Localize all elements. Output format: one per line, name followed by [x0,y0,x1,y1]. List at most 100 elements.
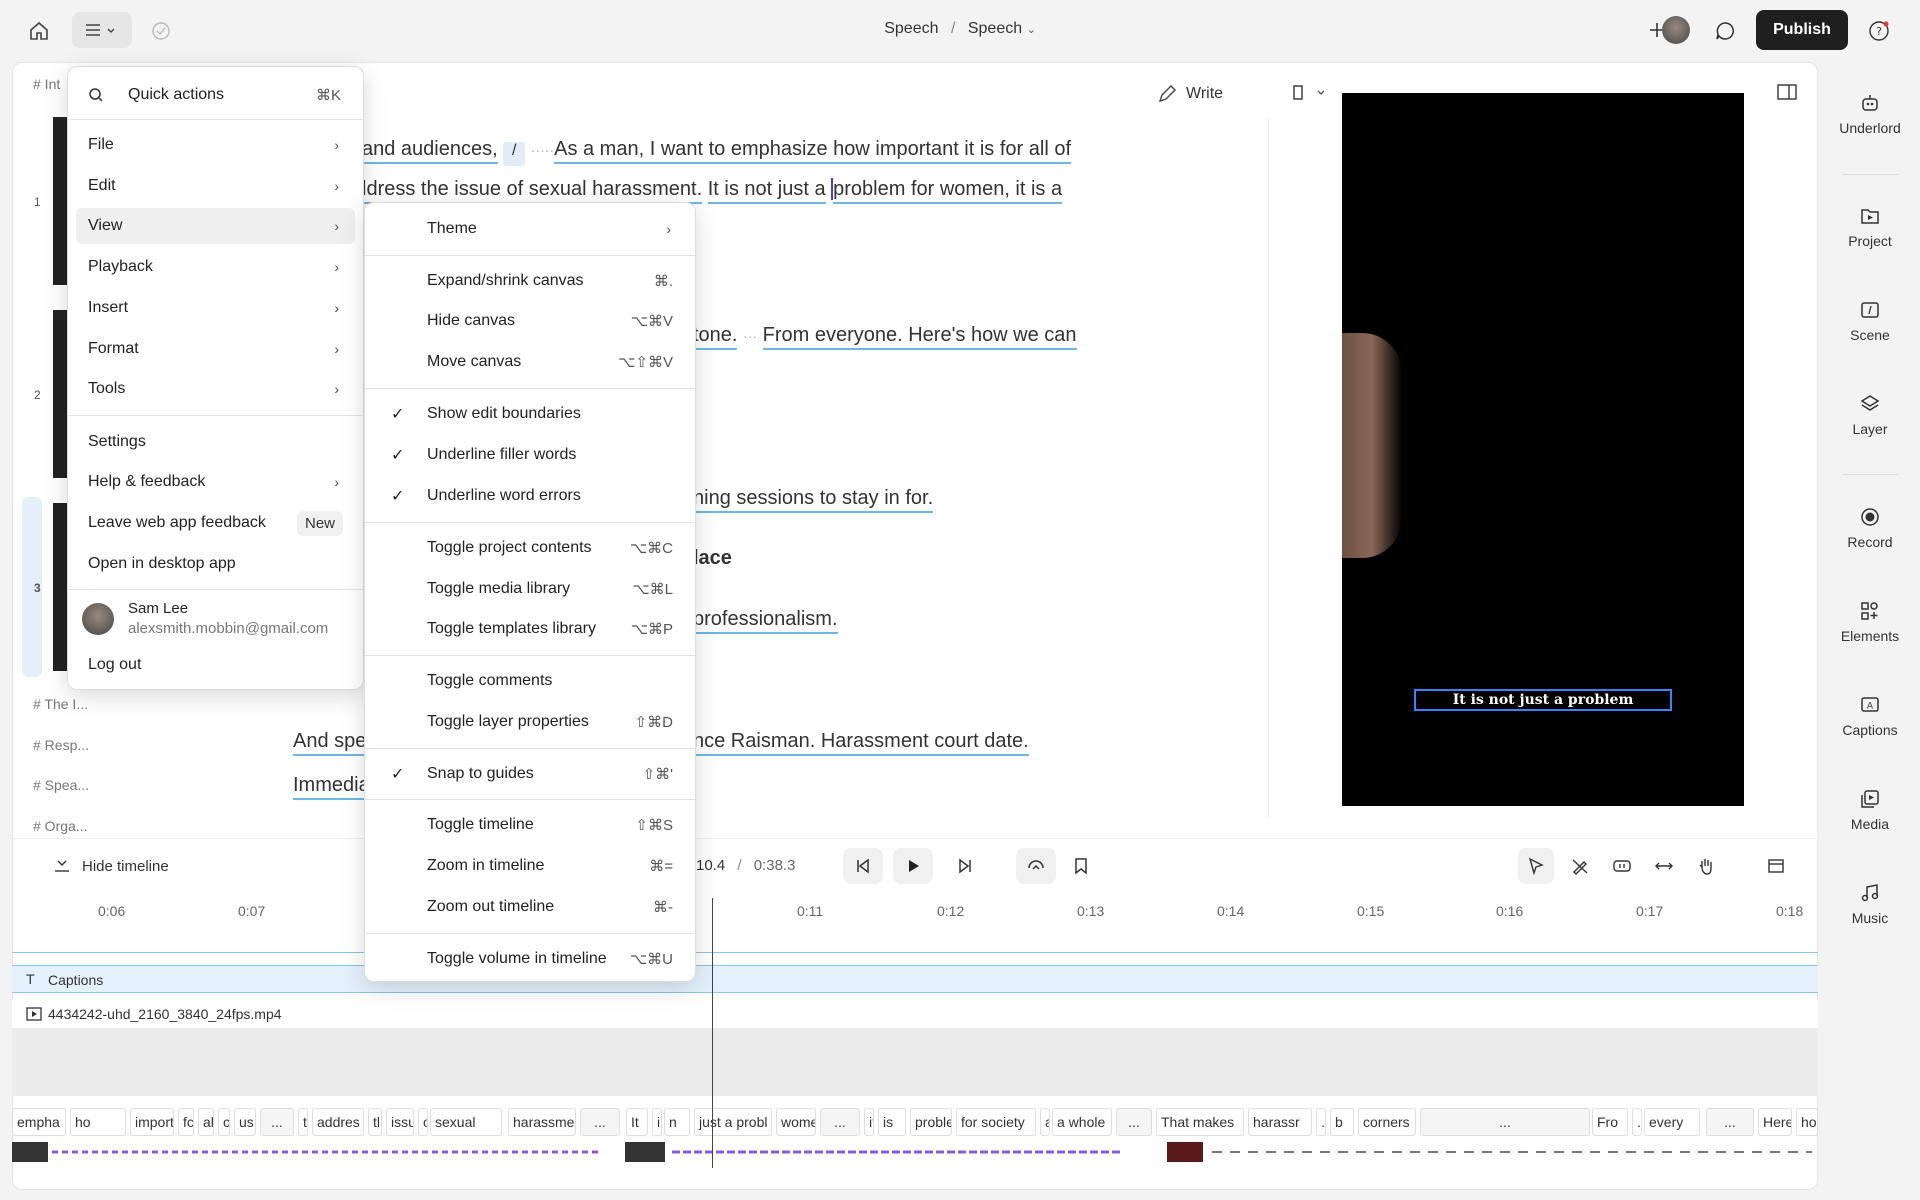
transcript-word[interactable]: al [198,1108,214,1136]
menu-item-toggle-media-library[interactable]: Toggle media library ⌥⌘L [373,571,687,607]
menu-item-underline-filler-words[interactable]: ✓ Underline filler words [373,437,687,473]
home-icon[interactable] [26,18,52,44]
transcript-word[interactable]: n [664,1108,690,1136]
menu-item-edit[interactable]: Edit › [76,168,355,204]
skip-back-icon[interactable] [843,848,883,884]
transcript-word[interactable]: proble [910,1108,952,1136]
menu-item-settings[interactable]: Settings [76,424,355,460]
transcript-word[interactable]: Here [1758,1108,1792,1136]
transcript-word[interactable]: harassr [1248,1108,1312,1136]
outline-item[interactable]: # Spea... [33,777,89,793]
menu-item-logout[interactable]: Log out [76,647,355,683]
hide-timeline-button[interactable]: Hide timeline [52,857,169,875]
menu-item-underline-word-errors[interactable]: ✓ Underline word errors [373,478,687,514]
transcript-word[interactable]: fc [178,1108,194,1136]
script-line[interactable]: ldress the issue of sexual harassment. I… [362,178,1063,204]
menu-item-file[interactable]: File › [76,127,355,163]
sidebar-item-scene[interactable]: Scene [1830,299,1910,343]
caption-overlay[interactable]: It is not just a problem [1414,689,1672,711]
transcript-word[interactable]: That makes [1156,1108,1244,1136]
transcript-word[interactable]: every [1644,1108,1700,1136]
transcript-word[interactable]: wome [776,1108,816,1136]
menu-item-tools[interactable]: Tools › [76,371,355,407]
transcript-word[interactable]: a [1040,1108,1050,1136]
aspect-ratio-dropdown[interactable] [1292,84,1332,107]
transcript-word[interactable]: i [652,1108,662,1136]
transcript-word[interactable]: ... [1420,1108,1590,1136]
menu-item-toggle-volume-in-timeline[interactable]: Toggle volume in timeline ⌥⌘U [373,941,687,977]
transcript-word-track[interactable]: emphahoimportantfcalcus...tcaddrestlissu… [12,1108,1818,1136]
timeline-layout-icon[interactable] [1758,848,1794,884]
menu-item-snap-to-guides[interactable]: ✓ Snap to guides ⇧⌘' [373,756,687,792]
menu-item-expand-shrink-canvas[interactable]: Expand/shrink canvas ⌘. [373,263,687,299]
script-line[interactable]: professionalism. [693,608,838,634]
transcript-word[interactable]: harassme [508,1108,576,1136]
transcript-word[interactable]: . [1632,1108,1642,1136]
transcript-word[interactable]: it [864,1108,874,1136]
menu-item-leave-feedback[interactable]: Leave web app feedback New [76,505,355,541]
skip-forward-icon[interactable] [945,848,985,884]
transcript-word[interactable]: c [218,1108,230,1136]
sidebar-item-elements[interactable]: Elements [1830,600,1910,644]
sidebar-item-layer[interactable]: Layer [1830,393,1910,437]
outline-item[interactable]: # The I... [33,696,88,712]
menu-item-hide-canvas[interactable]: Hide canvas ⌥⌘V [373,303,687,339]
comment-icon[interactable] [1712,18,1738,44]
transcript-word[interactable]: addres [312,1108,364,1136]
outline-item[interactable]: # Orga... [33,818,87,834]
menu-item-format[interactable]: Format › [76,331,355,367]
menu-item-toggle-timeline[interactable]: Toggle timeline ⇧⌘S [373,807,687,843]
script-line[interactable]: Immedia [293,774,370,800]
transcript-word[interactable]: . [1316,1108,1326,1136]
transcript-word[interactable]: for society [956,1108,1036,1136]
transcript-word[interactable]: us [234,1108,256,1136]
sidebar-item-record[interactable]: Record [1830,506,1910,550]
add-collaborator-button[interactable] [1638,12,1698,48]
transcript-word[interactable]: tc [298,1108,308,1136]
sidebar-item-captions[interactable]: A Captions [1830,694,1910,738]
captions-track[interactable]: T Captions [12,965,1818,993]
sidebar-item-underlord[interactable]: Underlord [1830,92,1910,136]
menu-item-zoom-in-timeline[interactable]: Zoom in timeline ⌘= [373,848,687,884]
script-line[interactable]: tone. ··· From everyone. Here's how we c… [693,324,1077,350]
transcript-word[interactable]: sexual [430,1108,502,1136]
script-line[interactable]: And spe [293,730,367,756]
write-button[interactable]: Write [1156,83,1223,105]
transcript-word[interactable]: ... [1706,1108,1754,1136]
menu-item-insert[interactable]: Insert › [76,290,355,326]
play-icon[interactable] [893,848,933,884]
stretch-tool-icon[interactable] [1646,848,1682,884]
transcript-word[interactable]: issu [386,1108,414,1136]
menu-item-playback[interactable]: Playback › [76,249,355,285]
transcript-word[interactable]: ho [1796,1108,1818,1136]
menu-item-move-canvas[interactable]: Move canvas ⌥⇧⌘V [373,344,687,380]
transcript-word[interactable]: It [626,1108,648,1136]
transcript-word[interactable]: ho [70,1108,126,1136]
bookmark-icon[interactable] [1066,848,1096,884]
menu-item-zoom-out-timeline[interactable]: Zoom out timeline ⌘- [373,889,687,925]
menu-item-toggle-templates-library[interactable]: Toggle templates library ⌥⌘P [373,611,687,647]
transcript-word[interactable]: is [878,1108,906,1136]
transcript-word[interactable]: ... [580,1108,620,1136]
script-line[interactable]: nce Raisman. Harassment court date. [693,730,1029,756]
transcript-word[interactable]: empha [12,1108,66,1136]
transcript-word[interactable]: ... [820,1108,860,1136]
video-track[interactable]: 4434242-uhd_2160_3840_24fps.mp4 [12,1000,1818,1096]
transcript-word[interactable]: corners [1358,1108,1416,1136]
sidebar-item-media[interactable]: Media [1830,788,1910,832]
ripple-tool-icon[interactable] [1604,848,1640,884]
transcript-word[interactable]: tl [368,1108,382,1136]
menu-item-show-edit-boundaries[interactable]: ✓ Show edit boundaries [373,396,687,432]
menu-item-help[interactable]: Help & feedback › [76,464,355,500]
transcript-word[interactable]: b [1330,1108,1354,1136]
transcript-word[interactable]: important [130,1108,174,1136]
transcript-word[interactable]: ... [260,1108,294,1136]
select-tool-icon[interactable] [1518,848,1554,884]
menu-button[interactable] [72,12,132,48]
script-line[interactable]: ning sessions to stay in for. [693,487,934,513]
chevron-down-icon[interactable]: ⌄ [1027,24,1036,36]
blade-tool-icon[interactable] [1562,848,1598,884]
menu-item-toggle-layer-properties[interactable]: Toggle layer properties ⇧⌘D [373,704,687,740]
publish-button[interactable]: Publish [1756,10,1848,50]
menu-item-toggle-project-contents[interactable]: Toggle project contents ⌥⌘C [373,530,687,566]
